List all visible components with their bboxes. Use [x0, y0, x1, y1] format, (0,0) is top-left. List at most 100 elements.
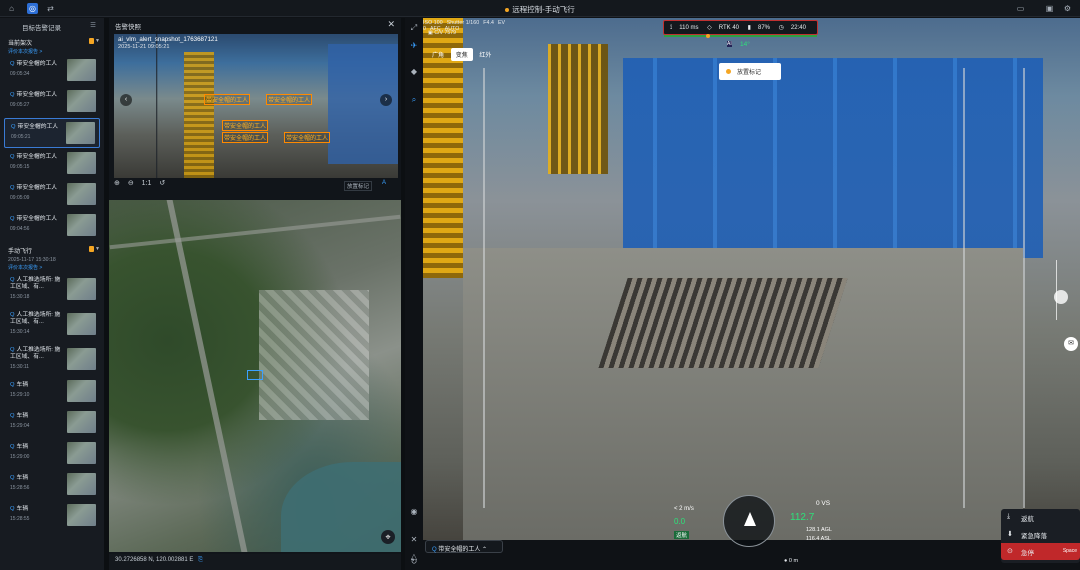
- list-item[interactable]: Q 人工推选场所: 施工区域、有... 15:30:14: [4, 307, 100, 341]
- list-item[interactable]: Q 车辆 15:29:00: [4, 439, 100, 469]
- list-item[interactable]: Q 带安全帽的工人 09:05:27: [4, 87, 100, 117]
- snapshot-toolbar: ⊕ ⊖ 1:1 ↺ 放置标记 A: [114, 179, 398, 193]
- item-label: 车辆: [16, 413, 29, 419]
- list-item[interactable]: Q 人工推选场所: 施工区域、有... 15:30:18: [4, 272, 100, 306]
- drone-mode-icon[interactable]: ✈: [408, 40, 420, 52]
- emergency-stop-button[interactable]: ⊙ 急停 Space: [1001, 543, 1080, 560]
- fullscreen-icon[interactable]: ⤢: [408, 22, 420, 34]
- menu-icon[interactable]: ☰: [90, 21, 96, 29]
- item-label: 车辆: [16, 444, 29, 450]
- chevron-up-icon[interactable]: ⌃: [482, 547, 487, 553]
- item-time: 09:04:56: [10, 226, 30, 232]
- list-item[interactable]: Q 车辆 15:28:55: [4, 501, 100, 531]
- list-item[interactable]: Q 车辆 15:28:56: [4, 470, 100, 500]
- item-time: 09:05:09: [10, 195, 30, 201]
- snapshot-image: [114, 34, 398, 178]
- lens-tabs: 广角 变焦 红外: [427, 48, 496, 61]
- prev-arrow-icon[interactable]: ‹: [120, 94, 132, 106]
- list-item[interactable]: Q 带安全帽的工人 09:05:15: [4, 149, 100, 179]
- section-manual-flight[interactable]: 手动飞行 2025-11-17 15:30:18 评价本次报告 > ▼: [0, 242, 104, 271]
- drone-location-marker[interactable]: [247, 370, 263, 380]
- list-item[interactable]: Q 车辆 15:29:10: [4, 377, 100, 407]
- item-label: 人工推选场所: 施工区域、有...: [10, 312, 61, 325]
- current-flight-list: Q 带安全帽的工人 09:05:34 Q 带安全帽的工人 09:05:27 Q 带安全帽的…: [0, 56, 104, 241]
- chevron-down-icon[interactable]: ▼: [95, 246, 100, 252]
- item-time: 15:30:14: [10, 329, 30, 335]
- satellite-map[interactable]: ⌖: [109, 200, 401, 552]
- screen-icon[interactable]: ▣: [1044, 3, 1055, 14]
- waypoint-icon[interactable]: ◆: [408, 66, 420, 78]
- signal-icon: ⟟: [670, 25, 673, 31]
- zoom-out-icon[interactable]: ⊖: [128, 179, 134, 187]
- report-link[interactable]: 评价本次报告 >: [8, 264, 96, 271]
- alert-record-panel: 目标告警记录 ☰ 当前架次 评价本次报告 > ▼ Q 带安全帽的工人 09:05:3…: [0, 18, 105, 570]
- clock-icon: ◷: [778, 25, 784, 31]
- rth-tag: 返航: [674, 531, 690, 539]
- search-icon[interactable]: ⌕: [408, 94, 420, 106]
- detection-label: 带安全帽的工人: [284, 132, 331, 143]
- list-item[interactable]: Q 带安全帽的工人 09:05:09: [4, 180, 100, 210]
- place-mark-button[interactable]: 放置标记: [343, 181, 372, 191]
- osd-resolution: ▣ C/V 7579: [428, 30, 456, 36]
- alert-chip[interactable]: Q 带安全帽的工人 ⌃: [425, 540, 503, 553]
- close-icon[interactable]: ✕: [387, 19, 395, 30]
- section-current-flight[interactable]: 当前架次 评价本次报告 > ▼: [0, 34, 104, 55]
- item-time: 09:05:15: [10, 164, 30, 170]
- copy-icon[interactable]: ⎘: [198, 557, 203, 563]
- video-scaffold: [1023, 68, 1025, 508]
- gimbal-indicator: [1030, 260, 1078, 320]
- gimbal-knob[interactable]: [1054, 290, 1068, 304]
- list-item[interactable]: Q 车辆 15:29:04: [4, 408, 100, 438]
- locate-icon[interactable]: ⌖: [381, 530, 395, 544]
- tools-icon[interactable]: ✕: [408, 534, 420, 546]
- snapshot-viewer[interactable]: ai_vlm_alert_snapshot_1763687121 2025-11…: [114, 34, 398, 178]
- latency-text: 110 ms: [679, 25, 699, 31]
- thumbnail: [67, 504, 96, 526]
- agl-value: 128.1 AGL: [806, 527, 832, 533]
- list-item[interactable]: Q 带安全帽的工人 09:04:56: [4, 211, 100, 241]
- thumbnail: [66, 122, 95, 144]
- chat-icon[interactable]: ✉: [1064, 337, 1078, 351]
- refresh-icon[interactable]: ↻: [408, 556, 420, 568]
- chevron-down-icon[interactable]: ▼: [95, 38, 100, 44]
- emergency-land-button[interactable]: ⬇ 紧急降落: [1001, 526, 1080, 543]
- search-icon: Q: [10, 312, 15, 318]
- thumbnail: [67, 442, 96, 464]
- status-marker: [706, 34, 710, 38]
- report-link[interactable]: 评价本次报告 >: [8, 48, 96, 55]
- zoom-in-icon[interactable]: ⊕: [114, 179, 120, 187]
- drone-video-feed[interactable]: [423, 18, 1080, 540]
- next-arrow-icon[interactable]: ›: [380, 94, 392, 106]
- thumbnail: [67, 214, 96, 236]
- top-bar: ⌂ ◎ ⇄ 远程控制-手动飞行 ▭ ▣ ⚙: [0, 0, 1080, 17]
- item-label: 带安全帽的工人: [16, 92, 58, 98]
- list-item[interactable]: Q 带安全帽的工人 09:05:34: [4, 56, 100, 86]
- tab-wide[interactable]: 广角: [427, 48, 449, 61]
- list-item-selected[interactable]: Q 带安全帽的工人 09:05:21: [4, 118, 100, 148]
- thumbnail: [67, 473, 96, 495]
- tab-zoom[interactable]: 变焦: [450, 48, 473, 61]
- map-buildings: [259, 290, 369, 420]
- ai-icon[interactable]: A: [382, 180, 386, 186]
- search-icon: Q: [10, 413, 15, 419]
- camera-icon[interactable]: ◉: [408, 506, 420, 518]
- search-icon: Q: [10, 475, 15, 481]
- item-time: 09:05:27: [10, 102, 30, 108]
- place-mark-popup[interactable]: 放置标记: [719, 63, 781, 80]
- layout-icon[interactable]: ▭: [1015, 3, 1026, 14]
- rth-button[interactable]: ⤓ 返航: [1001, 509, 1080, 526]
- snapshot-header: 告警快照 ✕: [109, 18, 401, 32]
- alert-snapshot-panel: 告警快照 ✕ ai_vlm_alert_snapshot_1763687121 …: [109, 18, 401, 570]
- section-title: 当前架次: [8, 41, 33, 47]
- video-blue-wall: [623, 58, 1043, 258]
- search-icon: Q: [10, 444, 15, 450]
- list-item[interactable]: Q 人工推选场所: 施工区域、有... 15:30:11: [4, 342, 100, 376]
- battery-text: 87%: [757, 25, 770, 31]
- settings-icon[interactable]: ⚙: [1062, 3, 1073, 14]
- land-icon: ⬇: [1007, 531, 1013, 538]
- panel-title: 目标告警记录: [22, 25, 61, 32]
- zoom-ratio-button[interactable]: 1:1: [142, 180, 152, 187]
- detection-label: 带安全帽的工人: [266, 94, 313, 105]
- rotate-icon[interactable]: ↺: [159, 179, 165, 187]
- tab-infrared[interactable]: 红外: [474, 48, 496, 61]
